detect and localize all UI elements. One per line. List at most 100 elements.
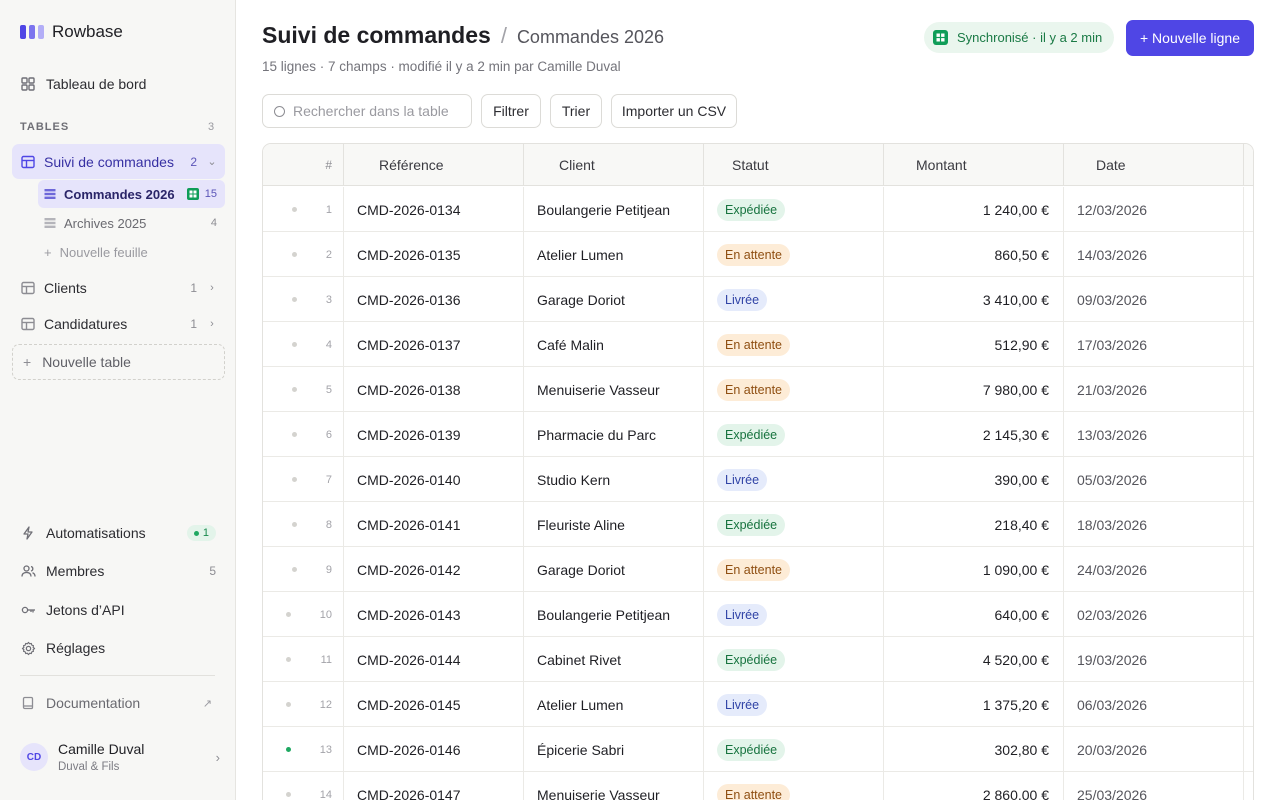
import-csv-button[interactable]: Importer un CSV	[611, 94, 737, 128]
cell-status[interactable]: Expédiée	[704, 502, 884, 547]
cell-status[interactable]: Livrée	[704, 457, 884, 502]
cell-amount[interactable]: 390,00 €	[884, 457, 1064, 502]
row-gutter-cell[interactable]: 6	[263, 412, 344, 457]
cell-amount[interactable]: 1 090,00 €	[884, 547, 1064, 592]
new-row-button[interactable]: + Nouvelle ligne	[1126, 20, 1254, 56]
column-header-date[interactable]: Date	[1064, 144, 1244, 186]
cell-reference[interactable]: CMD-2026-0136	[344, 277, 524, 322]
cell-status[interactable]: En attente	[704, 322, 884, 367]
nav-settings[interactable]: Réglages	[12, 631, 224, 665]
cell-reference[interactable]: CMD-2026-0141	[344, 502, 524, 547]
cell-date[interactable]: 09/03/2026	[1064, 277, 1244, 322]
cell-date[interactable]: 17/03/2026	[1064, 322, 1244, 367]
cell-amount[interactable]: 2 145,30 €	[884, 412, 1064, 457]
cell-date[interactable]: 12/03/2026	[1064, 187, 1244, 232]
table-row[interactable]: 6 CMD-2026-0139 Pharmacie du Parc Expédiée 2…	[263, 412, 1253, 457]
cell-status[interactable]: Expédiée	[704, 187, 884, 232]
cell-client[interactable]: Café Malin	[524, 322, 704, 367]
cell-client[interactable]: Atelier Lumen	[524, 682, 704, 727]
table-row[interactable]: 4 CMD-2026-0137 Café Malin En attente 512,90…	[263, 322, 1253, 367]
row-gutter-cell[interactable]: 8	[263, 502, 344, 547]
table-row[interactable]: 2 CMD-2026-0135 Atelier Lumen En attente 860…	[263, 232, 1253, 277]
search-input[interactable]	[293, 103, 463, 119]
cell-status[interactable]: Livrée	[704, 277, 884, 322]
new-table-button[interactable]: + Nouvelle table	[12, 344, 225, 380]
cell-reference[interactable]: CMD-2026-0147	[344, 772, 524, 800]
table-row[interactable]: 11 CMD-2026-0144 Cabinet Rivet Expédiée 4 52…	[263, 637, 1253, 682]
cell-date[interactable]: 06/03/2026	[1064, 682, 1244, 727]
cell-amount[interactable]: 4 520,00 €	[884, 637, 1064, 682]
column-header-status[interactable]: Statut	[704, 144, 884, 186]
cell-amount[interactable]: 640,00 €	[884, 592, 1064, 637]
cell-client[interactable]: Fleuriste Aline	[524, 502, 704, 547]
row-gutter-cell[interactable]: 3	[263, 277, 344, 322]
cell-reference[interactable]: CMD-2026-0134	[344, 187, 524, 232]
nav-documentation[interactable]: Documentation ↗	[12, 686, 224, 720]
row-gutter-cell[interactable]: 11	[263, 637, 344, 682]
cell-reference[interactable]: CMD-2026-0139	[344, 412, 524, 457]
cell-reference[interactable]: CMD-2026-0142	[344, 547, 524, 592]
cell-amount[interactable]: 1 240,00 €	[884, 187, 1064, 232]
sidebar-table-suivi-de-commandes[interactable]: Suivi de commandes 2 ⌄	[12, 144, 225, 179]
row-gutter-cell[interactable]: 5	[263, 367, 344, 412]
cell-reference[interactable]: CMD-2026-0146	[344, 727, 524, 772]
cell-status[interactable]: En attente	[704, 367, 884, 412]
cell-date[interactable]: 13/03/2026	[1064, 412, 1244, 457]
table-row[interactable]: 5 CMD-2026-0138 Menuiserie Vasseur En atten…	[263, 367, 1253, 412]
chevron-right-icon[interactable]: ›	[205, 282, 219, 294]
cell-status[interactable]: En attente	[704, 772, 884, 800]
nav-api-tokens[interactable]: Jetons d’API	[12, 593, 224, 627]
new-sheet-button[interactable]: + Nouvelle feuille	[38, 238, 225, 266]
cell-reference[interactable]: CMD-2026-0143	[344, 592, 524, 637]
sidebar-sheet-commandes-2026[interactable]: Commandes 2026 15	[38, 180, 225, 208]
cell-status[interactable]: Expédiée	[704, 412, 884, 457]
cell-status[interactable]: En attente	[704, 232, 884, 277]
row-gutter-cell[interactable]: 14	[263, 772, 344, 800]
cell-client[interactable]: Garage Doriot	[524, 277, 704, 322]
row-gutter-cell[interactable]: 13	[263, 727, 344, 772]
cell-amount[interactable]: 302,80 €	[884, 727, 1064, 772]
sort-button[interactable]: Trier	[550, 94, 602, 128]
cell-amount[interactable]: 7 980,00 €	[884, 367, 1064, 412]
table-row[interactable]: 13 CMD-2026-0146 Épicerie Sabri Expédiée 302…	[263, 727, 1253, 772]
cell-reference[interactable]: CMD-2026-0145	[344, 682, 524, 727]
cell-client[interactable]: Boulangerie Petitjean	[524, 592, 704, 637]
cell-date[interactable]: 20/03/2026	[1064, 727, 1244, 772]
cell-client[interactable]: Cabinet Rivet	[524, 637, 704, 682]
cell-status[interactable]: En attente	[704, 547, 884, 592]
sync-status-badge[interactable]: Synchronisé · il y a 2 min	[924, 22, 1115, 53]
table-row[interactable]: 3 CMD-2026-0136 Garage Doriot Livrée 3 410,0…	[263, 277, 1253, 322]
cell-amount[interactable]: 3 410,00 €	[884, 277, 1064, 322]
chevron-right-icon[interactable]: ›	[205, 318, 219, 330]
column-header-amount[interactable]: Montant	[884, 144, 1064, 186]
cell-amount[interactable]: 1 375,20 €	[884, 682, 1064, 727]
cell-date[interactable]: 25/03/2026	[1064, 772, 1244, 800]
cell-date[interactable]: 02/03/2026	[1064, 592, 1244, 637]
cell-amount[interactable]: 512,90 €	[884, 322, 1064, 367]
table-row[interactable]: 14 CMD-2026-0147 Menuiserie Vasseur En atte…	[263, 772, 1253, 800]
cell-client[interactable]: Pharmacie du Parc	[524, 412, 704, 457]
row-gutter-cell[interactable]: 2	[263, 232, 344, 277]
cell-status[interactable]: Livrée	[704, 592, 884, 637]
row-gutter-cell[interactable]: 4	[263, 322, 344, 367]
chevron-down-icon[interactable]: ⌄	[205, 155, 219, 168]
table-row[interactable]: 1 CMD-2026-0134 Boulangerie Petitjean Expéd…	[263, 187, 1253, 232]
row-gutter-cell[interactable]: 9	[263, 547, 344, 592]
search-box[interactable]	[262, 94, 472, 128]
column-header-client[interactable]: Client	[524, 144, 704, 186]
cell-reference[interactable]: CMD-2026-0140	[344, 457, 524, 502]
row-gutter-cell[interactable]: 10	[263, 592, 344, 637]
column-header-number[interactable]: #	[263, 144, 344, 186]
row-gutter-cell[interactable]: 12	[263, 682, 344, 727]
cell-amount[interactable]: 2 860,00 €	[884, 772, 1064, 800]
table-row[interactable]: 12 CMD-2026-0145 Atelier Lumen Livrée 1 375,…	[263, 682, 1253, 727]
nav-automations[interactable]: Automatisations 1	[12, 516, 224, 550]
cell-amount[interactable]: 218,40 €	[884, 502, 1064, 547]
table-row[interactable]: 7 CMD-2026-0140 Studio Kern Livrée 390,00 €0…	[263, 457, 1253, 502]
nav-members[interactable]: Membres 5	[12, 554, 224, 588]
cell-client[interactable]: Garage Doriot	[524, 547, 704, 592]
cell-status[interactable]: Expédiée	[704, 727, 884, 772]
sidebar-table-clients[interactable]: Clients 1 ›	[12, 270, 225, 305]
cell-date[interactable]: 24/03/2026	[1064, 547, 1244, 592]
cell-status[interactable]: Expédiée	[704, 637, 884, 682]
